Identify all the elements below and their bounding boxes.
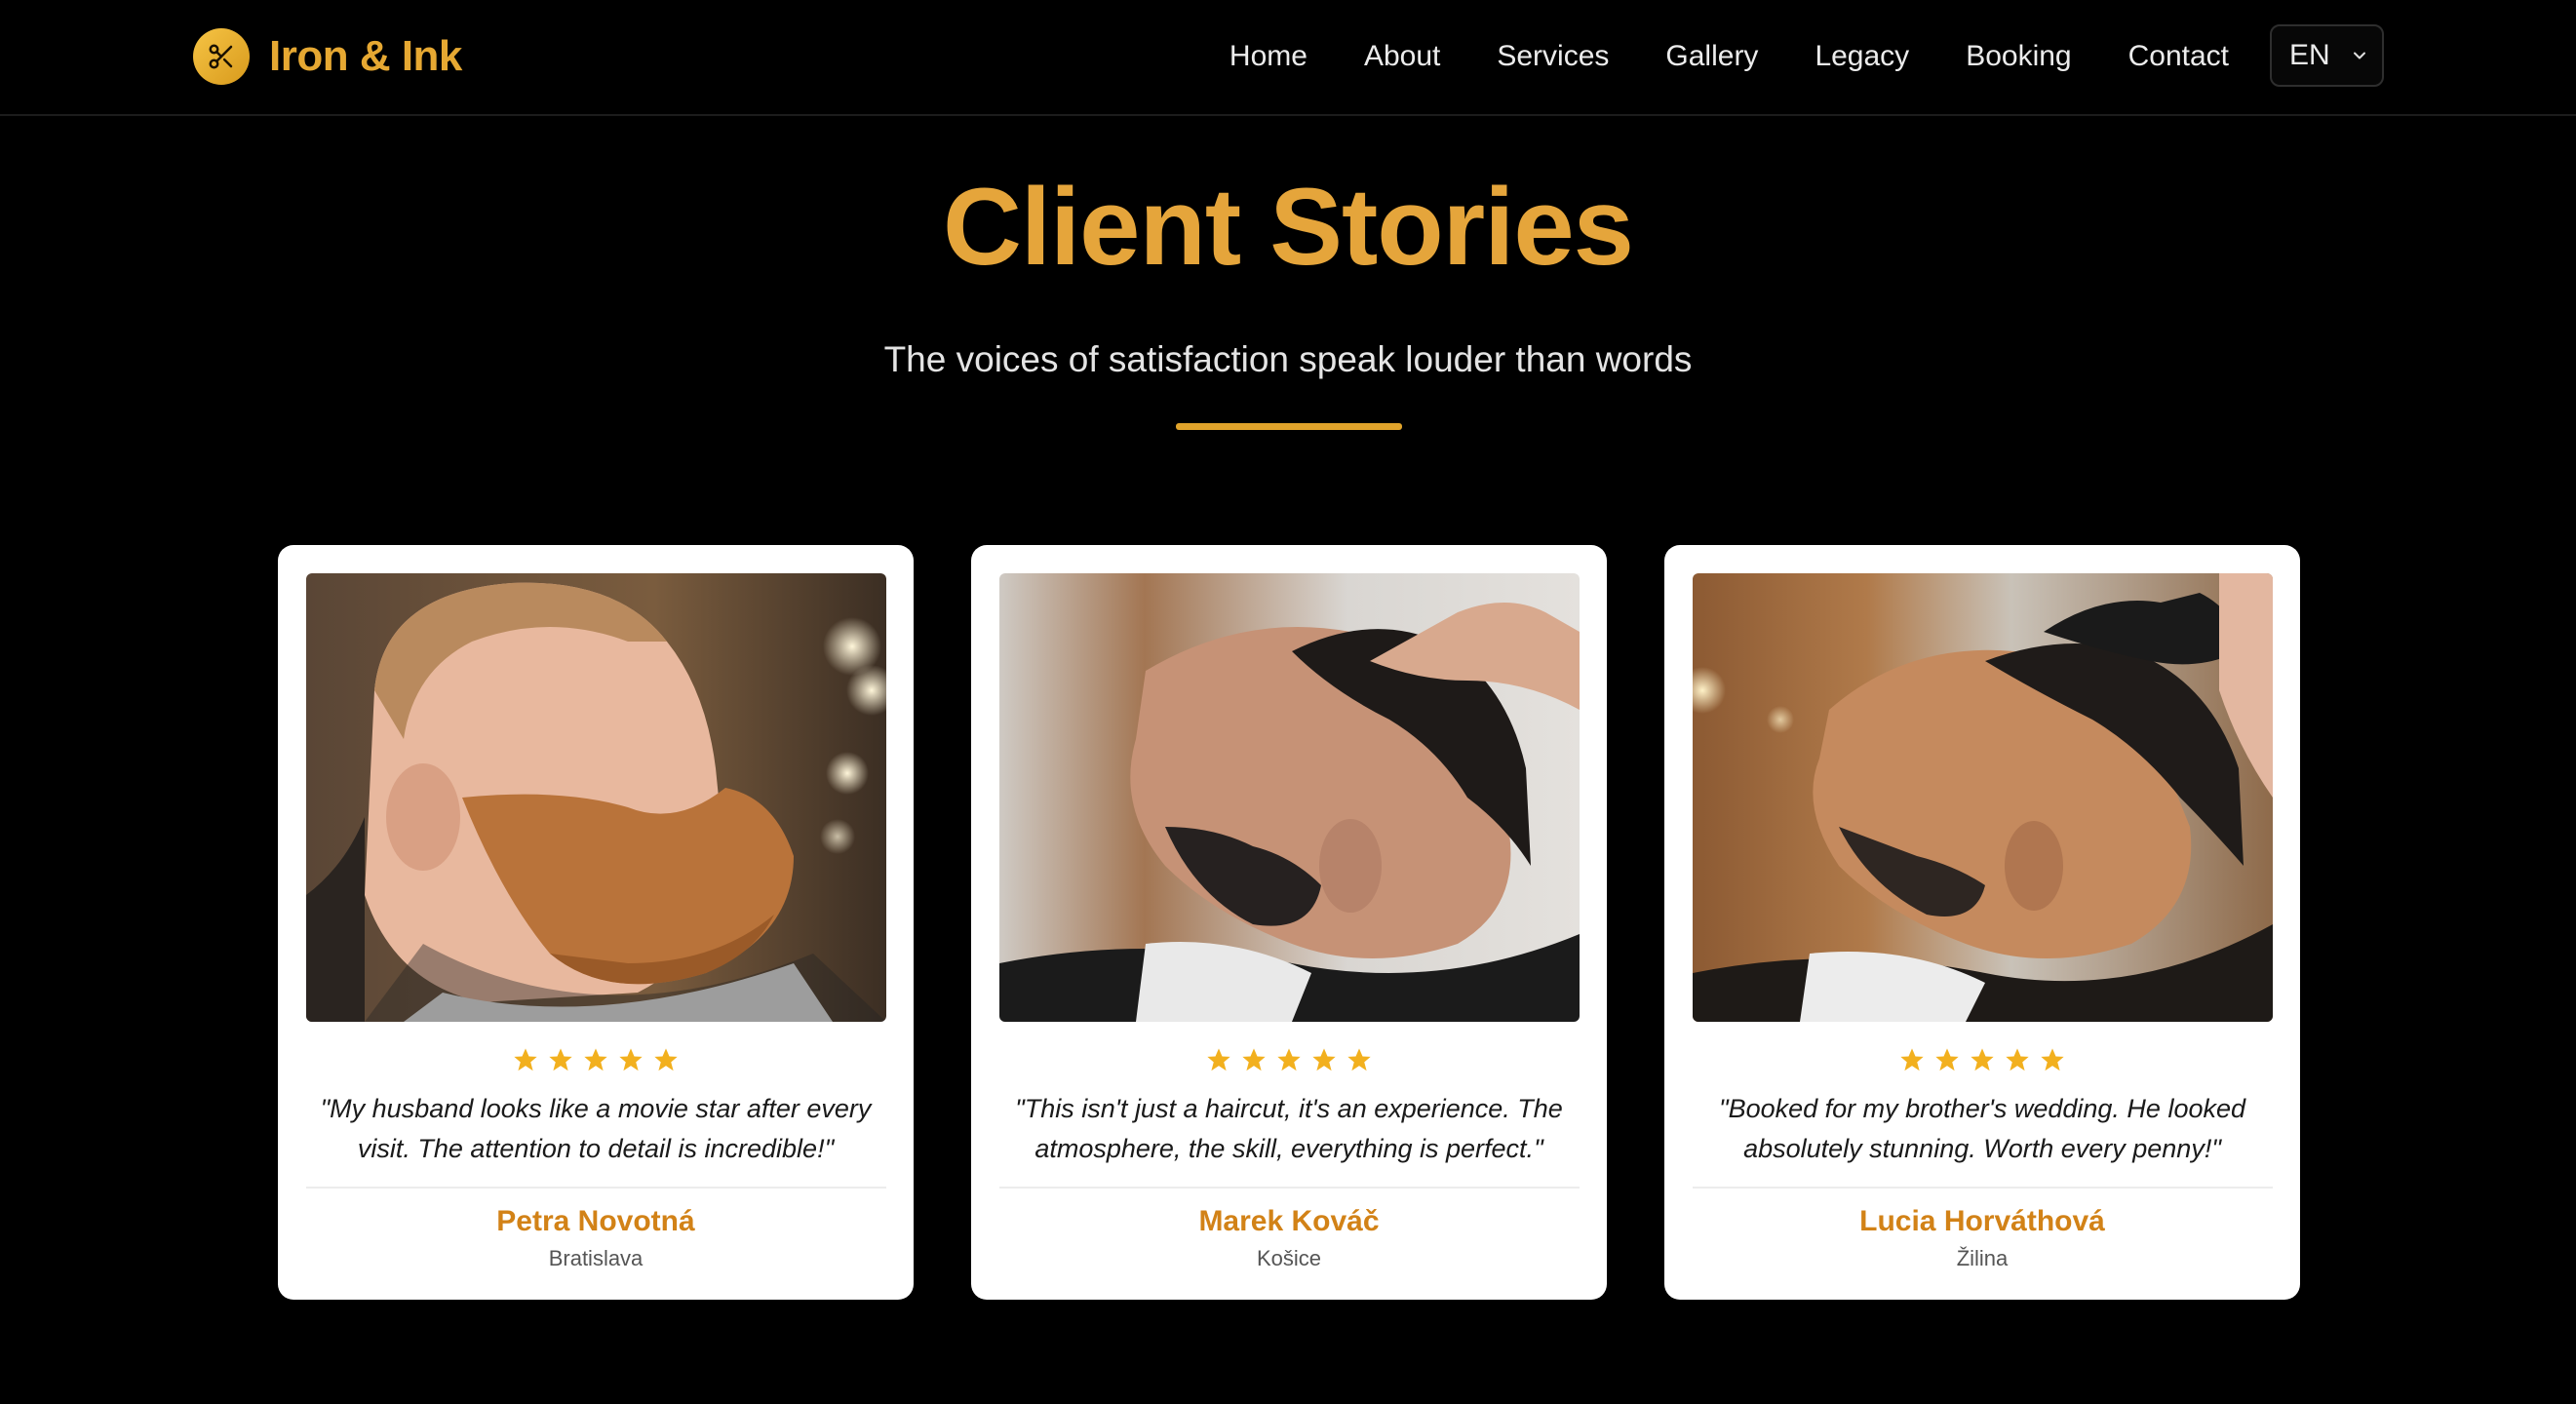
top-navbar: Iron & Ink Home About Services Gallery L… (0, 0, 2576, 116)
star-icon (2041, 1048, 2064, 1072)
rating-stars (278, 1046, 914, 1073)
star-icon (1900, 1048, 1924, 1072)
star-icon (619, 1048, 643, 1072)
testimonial-quote: "This isn't just a haircut, it's an expe… (1015, 1094, 1563, 1163)
testimonial-quote: "Booked for my brother's wedding. He loo… (1718, 1094, 2246, 1163)
card-divider (999, 1187, 1580, 1189)
client-photo (1693, 573, 2273, 1022)
testimonial-card: "Booked for my brother's wedding. He loo… (1664, 545, 2300, 1300)
client-city: Bratislava (548, 1246, 644, 1270)
star-icon (514, 1048, 537, 1072)
chevron-down-icon (2350, 46, 2369, 65)
rating-stars (971, 1046, 1607, 1073)
brand-name: Iron & Ink (269, 32, 462, 80)
testimonial-card: "This isn't just a haircut, it's an expe… (971, 545, 1607, 1300)
star-icon (1935, 1048, 1959, 1072)
rating-stars (1664, 1046, 2300, 1073)
star-icon (1242, 1048, 1266, 1072)
star-icon (2006, 1048, 2029, 1072)
title-divider (1176, 423, 1402, 430)
page-subtitle: The voices of satisfaction speak louder … (883, 339, 1693, 379)
star-icon (1312, 1048, 1336, 1072)
client-photo (306, 573, 886, 1022)
nav-link-booking[interactable]: Booking (1966, 40, 2071, 73)
client-city: Košice (1256, 1246, 1322, 1270)
star-icon (1207, 1048, 1230, 1072)
nav-link-gallery[interactable]: Gallery (1665, 40, 1758, 73)
star-icon (1277, 1048, 1301, 1072)
testimonial-quote: "My husband looks like a movie star afte… (320, 1094, 872, 1163)
brand[interactable]: Iron & Ink (193, 27, 462, 86)
language-select[interactable]: EN (2270, 24, 2384, 87)
nav-link-contact[interactable]: Contact (2128, 40, 2229, 73)
star-icon (549, 1048, 572, 1072)
language-value: EN (2289, 39, 2330, 71)
nav-link-about[interactable]: About (1364, 40, 1440, 73)
star-icon (1347, 1048, 1371, 1072)
star-icon (584, 1048, 607, 1072)
page-title: Client Stories (943, 166, 1634, 288)
client-name: Lucia Horváthová (1859, 1205, 2105, 1237)
nav-menu: Home About Services Gallery Legacy Booki… (1229, 0, 2229, 113)
star-icon (654, 1048, 678, 1072)
card-divider (1693, 1187, 2273, 1189)
client-city: Žilina (1956, 1246, 2009, 1270)
client-name: Marek Kováč (1198, 1205, 1380, 1237)
star-icon (1971, 1048, 1994, 1072)
testimonial-card: "My husband looks like a movie star afte… (278, 545, 914, 1300)
scissors-icon (193, 28, 250, 85)
card-divider (306, 1187, 886, 1189)
nav-link-home[interactable]: Home (1229, 40, 1308, 73)
nav-link-services[interactable]: Services (1497, 40, 1609, 73)
client-name: Petra Novotná (496, 1205, 695, 1237)
client-photo (999, 573, 1580, 1022)
nav-link-legacy[interactable]: Legacy (1815, 40, 1909, 73)
